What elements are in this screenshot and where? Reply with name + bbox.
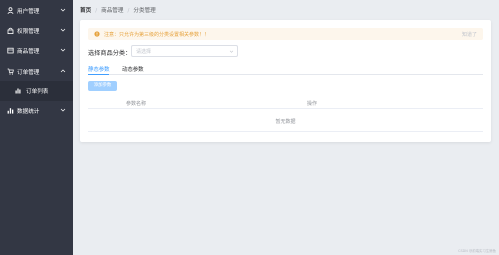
- chart-icon: [7, 107, 14, 114]
- chevron-down-icon: [60, 27, 66, 33]
- table-header: 参数名称 操作: [88, 97, 483, 109]
- sidebar-item-label: 订单管理: [17, 70, 40, 76]
- breadcrumb-goods: 商品管理: [101, 8, 124, 14]
- sidebar-item-users[interactable]: 用户管理: [0, 1, 73, 21]
- user-icon: [7, 7, 14, 14]
- warning-icon: [94, 31, 100, 37]
- warning-alert: 注意：只允许为第三级的分类设置相关参数！！ 知道了: [88, 28, 483, 40]
- goods-icon: [7, 47, 14, 54]
- table-body: 暂无数据: [88, 109, 483, 132]
- tab-static-params[interactable]: 静态参数: [88, 65, 110, 73]
- column-header-actions: 操作: [307, 101, 318, 107]
- sidebar-subitem-label: 订单列表: [26, 89, 49, 95]
- chevron-down-icon: [60, 47, 66, 53]
- column-header-name: 参数名称: [126, 101, 147, 107]
- category-placeholder: 请选择: [136, 49, 152, 55]
- sidebar-item-label: 数据统计: [17, 109, 40, 115]
- order-icon: [7, 68, 14, 75]
- category-cascader[interactable]: 请选择: [131, 45, 238, 57]
- add-param-button[interactable]: 添加参数: [88, 81, 117, 91]
- alert-close-button[interactable]: 知道了: [462, 31, 477, 38]
- sidebar-item-label: 用户管理: [17, 9, 40, 15]
- breadcrumb-separator: /: [95, 8, 98, 14]
- sidebar: 用户管理 权限管理 商品管理 订单管理 订单列表 数据统计: [0, 0, 73, 255]
- active-tab-indicator: [88, 74, 109, 75]
- empty-text: 暂无数据: [275, 119, 296, 125]
- sidebar-subitem-order-list[interactable]: 订单列表: [0, 81, 73, 101]
- breadcrumb-category: 分类管理: [133, 8, 156, 14]
- sidebar-item-label: 权限管理: [17, 29, 40, 35]
- main-card: 注意：只允许为第三级的分类设置相关参数！！ 知道了 选择商品分类： 请选择 静态…: [80, 20, 491, 142]
- tab-dynamic-params[interactable]: 动态参数: [122, 65, 144, 73]
- chevron-down-icon: [60, 107, 66, 113]
- breadcrumb: 首页 / 商品管理 / 分类管理: [80, 6, 156, 14]
- sidebar-item-label: 商品管理: [17, 49, 40, 55]
- param-tabs: 静态参数 动态参数: [88, 63, 483, 75]
- params-table: 参数名称 操作 暂无数据: [88, 97, 483, 133]
- breadcrumb-separator: /: [127, 8, 130, 14]
- category-label: 选择商品分类：: [88, 50, 132, 57]
- sidebar-item-orders[interactable]: 订单管理: [0, 62, 73, 82]
- lock-icon: [7, 27, 14, 34]
- sidebar-item-statistics[interactable]: 数据统计: [0, 101, 73, 121]
- list-icon: [15, 87, 21, 94]
- sidebar-item-permissions[interactable]: 权限管理: [0, 21, 73, 41]
- chevron-down-icon: [60, 7, 66, 13]
- watermark: CSDN @前端实习生鲸鱼: [458, 249, 496, 253]
- alert-message: 注意：只允许为第三级的分类设置相关参数！！: [104, 32, 210, 38]
- chevron-down-icon: [229, 49, 234, 54]
- breadcrumb-home[interactable]: 首页: [80, 8, 91, 14]
- chevron-up-icon: [60, 68, 66, 74]
- sidebar-item-goods[interactable]: 商品管理: [0, 41, 73, 61]
